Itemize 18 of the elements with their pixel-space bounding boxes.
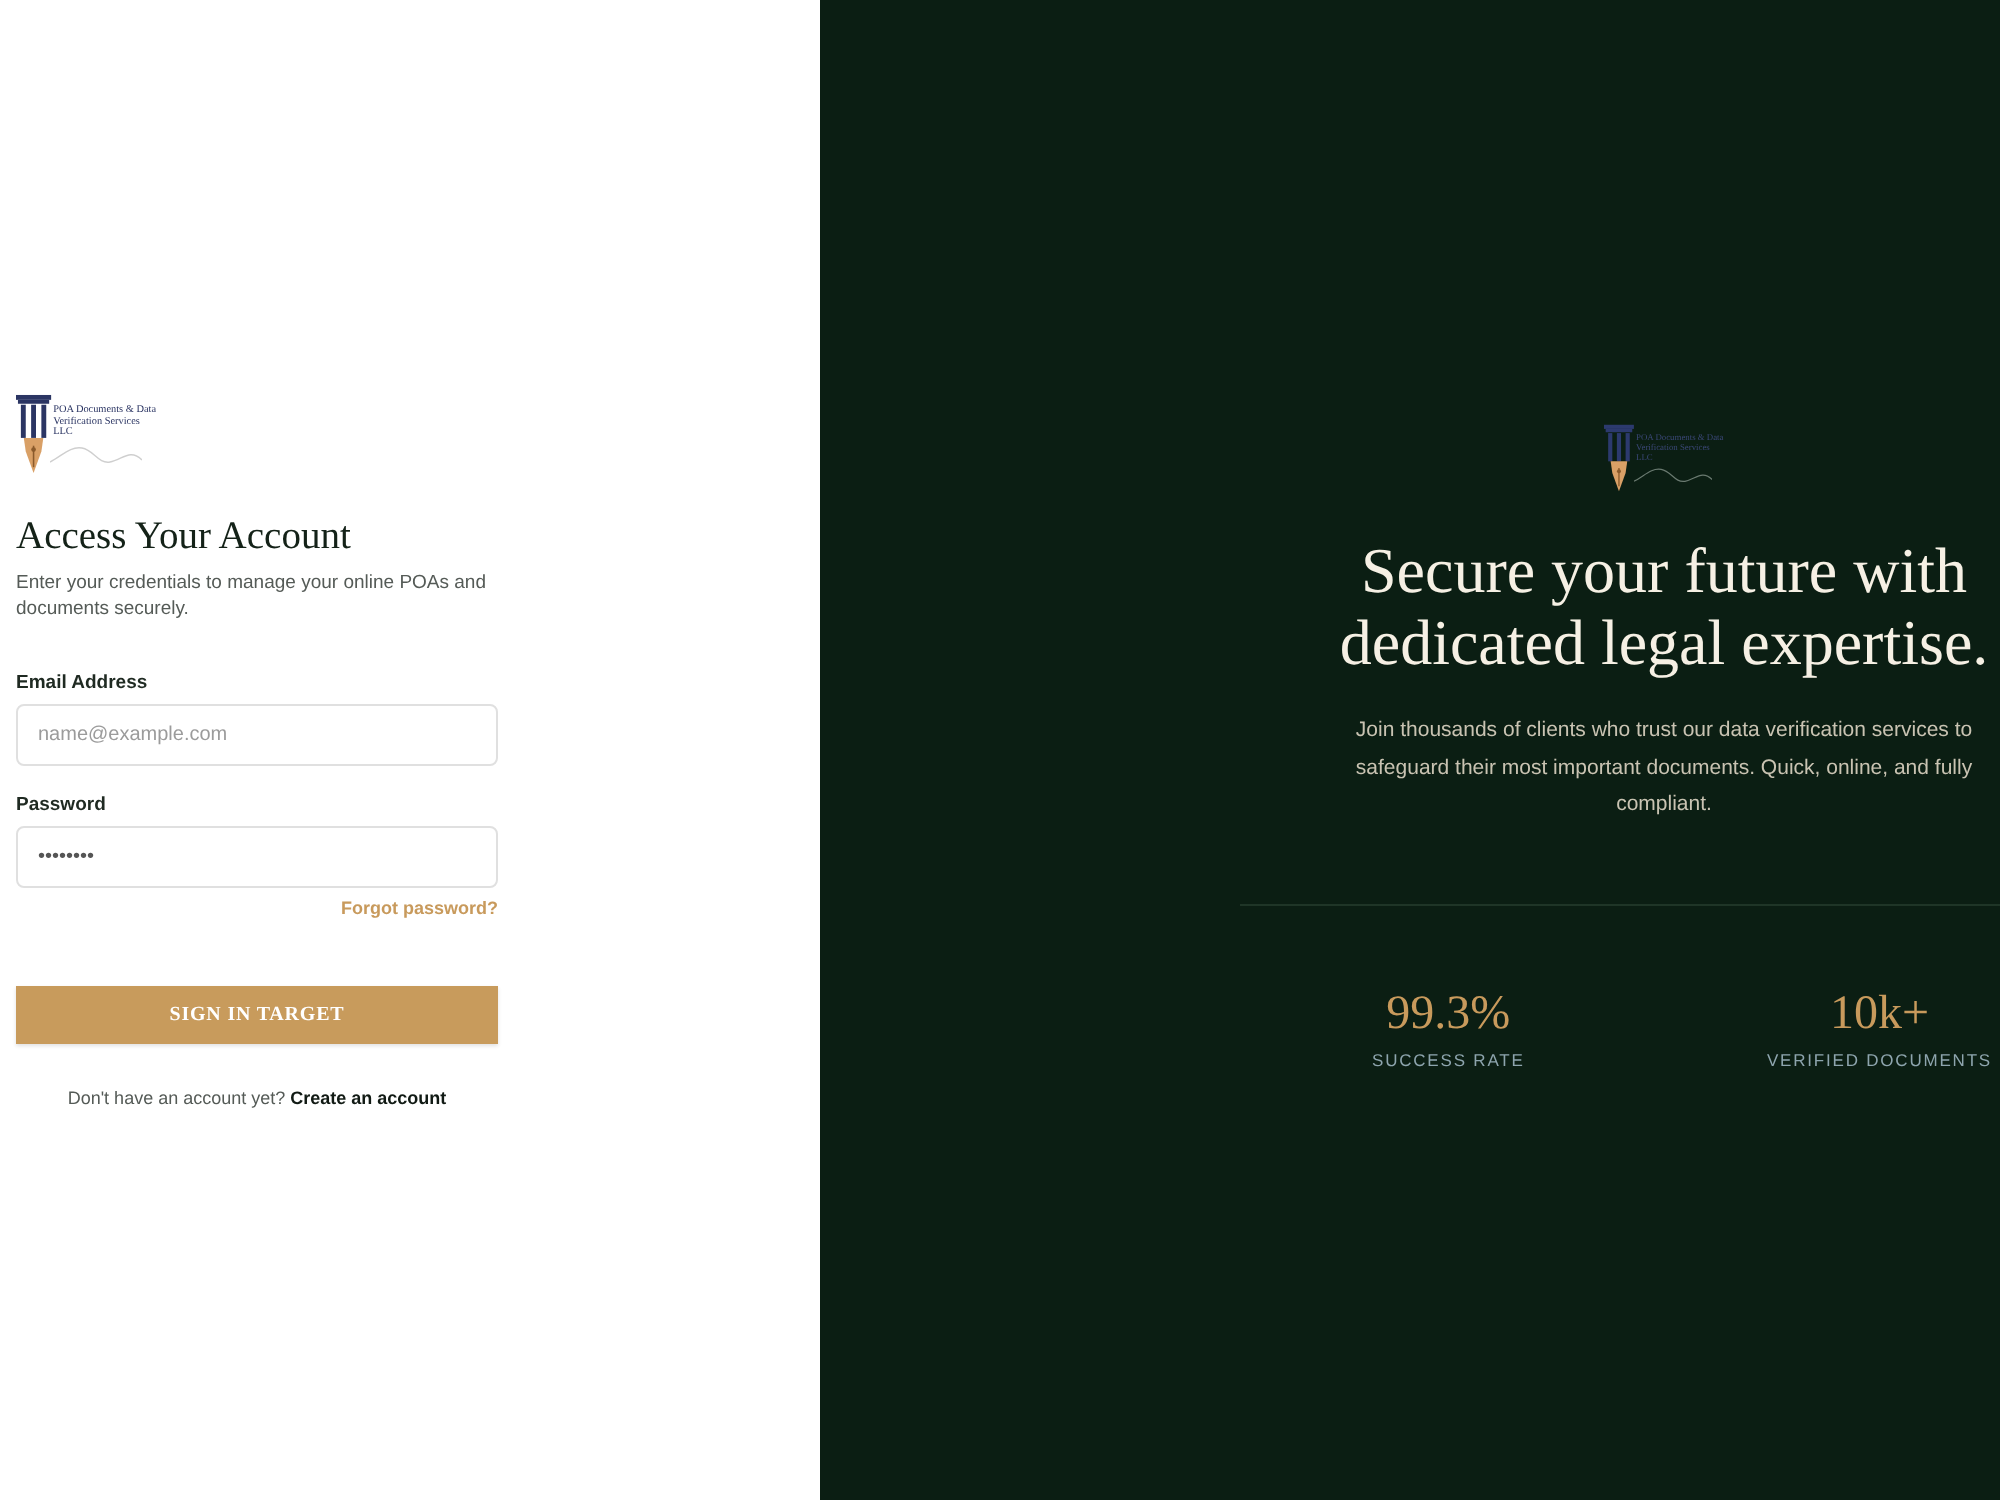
field-label: Password: [16, 792, 108, 818]
signup-prompt: Don't have an account yet? Create an account: [65, 1086, 449, 1110]
field-label: Email Address: [16, 670, 150, 696]
stat-label: VERIFIED DOCUMENTS: [1766, 1047, 1992, 1071]
login-title: Access Your Account: [16, 514, 353, 560]
create-account-link[interactable]: Create an account: [290, 1088, 447, 1108]
stat-value: 10k+: [1829, 985, 1929, 1041]
promo-headline: Secure your future with dedicated legal expertise.: [1337, 534, 1991, 678]
squiggle-line-icon: [1633, 466, 1712, 486]
login-subtitle: Enter your credentials to manage your online POAs and documents securely.: [16, 570, 488, 622]
squiggle-line-icon: [50, 444, 142, 466]
stat-label: SUCCESS RATE: [1372, 1047, 1525, 1071]
promo-description: Join thousands of clients who trust our data verification services to safeguard their most important documents. Quick, online, and fully compliant.: [1353, 716, 1975, 820]
pillar-pen-icon: [16, 394, 52, 474]
pillar-pen-icon: [1604, 424, 1635, 492]
password-field[interactable]: ••••••••: [16, 826, 498, 888]
email-field[interactable]: name@example.com: [16, 704, 498, 766]
stat-value: 99.3%: [1386, 985, 1511, 1041]
